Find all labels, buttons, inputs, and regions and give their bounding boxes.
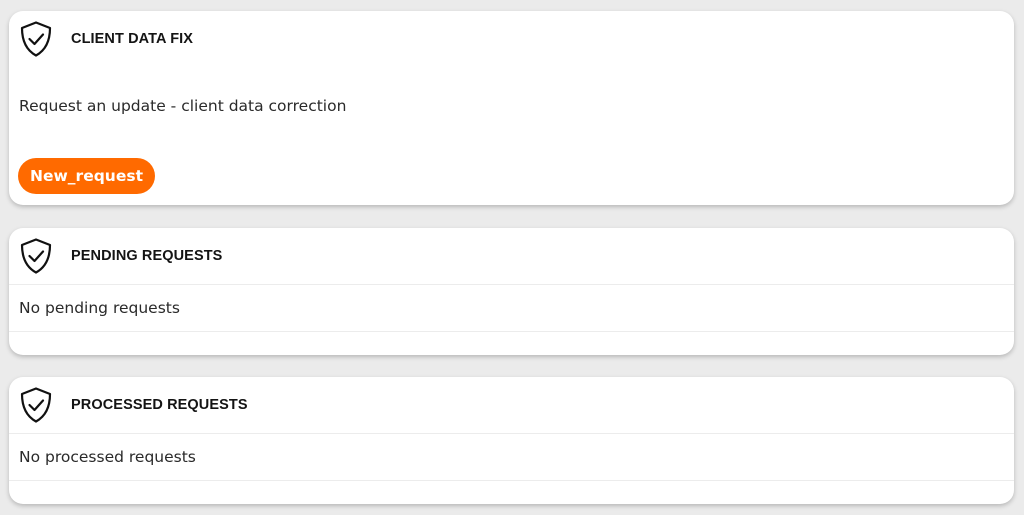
shield-check-icon [18,20,54,58]
pending-requests-card: PENDING REQUESTS No pending requests [9,228,1014,355]
processed-requests-header: PROCESSED REQUESTS [9,377,1014,434]
pending-empty-message: No pending requests [9,285,1014,332]
client-data-fix-description: Request an update - client data correcti… [19,97,347,115]
shield-check-icon [18,237,54,275]
card-title: PENDING REQUESTS [71,248,223,264]
processed-empty-message: No processed requests [9,434,1014,481]
client-data-fix-header: CLIENT DATA FIX [9,11,1014,67]
client-data-fix-card: CLIENT DATA FIX Request an update - clie… [9,11,1014,205]
new-request-button[interactable]: New_request [18,158,155,194]
shield-check-icon [18,386,54,424]
card-title: CLIENT DATA FIX [71,31,194,47]
processed-requests-card: PROCESSED REQUESTS No processed requests [9,377,1014,504]
card-title: PROCESSED REQUESTS [71,397,248,413]
pending-requests-header: PENDING REQUESTS [9,228,1014,285]
